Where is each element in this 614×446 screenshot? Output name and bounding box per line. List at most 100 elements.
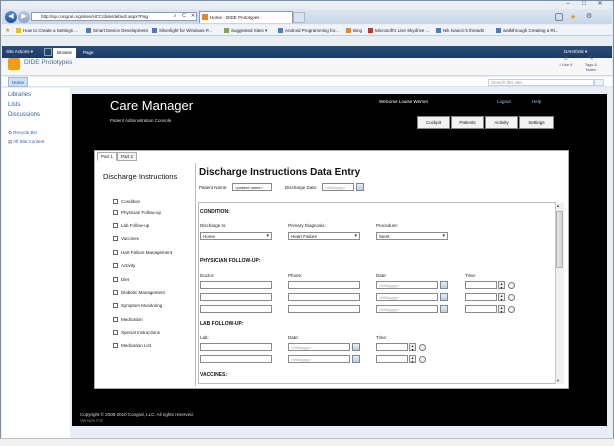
favorite-link[interactable]: How to Create a Settings ... xyxy=(16,26,78,35)
tab-part-1[interactable]: Part 1 xyxy=(97,152,118,161)
phone-field[interactable] xyxy=(288,281,360,289)
forward-icon[interactable]: ▶ xyxy=(18,11,30,23)
close-window-button[interactable]: ✕ xyxy=(592,0,608,9)
refresh-icon[interactable]: C xyxy=(180,12,188,21)
nav-tab-patients[interactable]: Patients xyxy=(451,116,484,129)
i-like-it-button[interactable]: ☺ I Like It xyxy=(556,56,576,67)
clock-icon[interactable] xyxy=(508,294,515,301)
checklist-item[interactable]: Medication List xyxy=(113,342,151,350)
search-icon[interactable] xyxy=(594,79,604,86)
recycle-bin-link[interactable]: ♻ Recycle Bin xyxy=(8,129,37,137)
home-icon[interactable] xyxy=(555,13,563,21)
checkbox[interactable] xyxy=(113,236,118,242)
checklist-item[interactable]: Hart Failure Management xyxy=(113,249,172,257)
discharge-to-select[interactable]: Home xyxy=(200,232,272,240)
scrollbar-thumb[interactable] xyxy=(556,211,563,268)
minimize-button[interactable]: – xyxy=(560,0,576,9)
scroll-down-arrow-icon[interactable]: ▼ xyxy=(556,378,560,383)
calendar-icon[interactable] xyxy=(352,355,360,363)
checkbox[interactable] xyxy=(113,250,118,256)
lab-time-field[interactable] xyxy=(376,355,408,363)
checklist-item[interactable]: Diabetic Management xyxy=(113,289,165,297)
checkbox[interactable] xyxy=(113,199,118,205)
time-spinner[interactable]: ▴ ▾ xyxy=(498,305,505,313)
patient-name-field[interactable]: <patient name> xyxy=(232,183,272,191)
calendar-icon[interactable] xyxy=(440,305,448,313)
checklist-item[interactable]: Medication xyxy=(113,316,143,324)
lab-field[interactable] xyxy=(200,355,272,363)
maximize-button[interactable]: □ xyxy=(576,0,592,9)
checkbox[interactable] xyxy=(113,330,118,336)
tags-notes-button[interactable]: ✎ Tags & Notes xyxy=(580,56,602,72)
time-field[interactable] xyxy=(465,293,497,301)
date-field[interactable]: <M/d/yyyy> xyxy=(376,305,438,313)
edit-page-icon[interactable] xyxy=(44,48,52,56)
lab-time-field[interactable] xyxy=(376,343,408,351)
quick-launch-lists[interactable]: Lists xyxy=(8,101,20,109)
procedure-select[interactable]: Stent xyxy=(376,232,448,240)
lab-date-field[interactable]: <M/d/yyyy> xyxy=(288,343,350,351)
date-field[interactable]: <M/d/yyyy> xyxy=(376,293,438,301)
time-field[interactable] xyxy=(465,281,497,289)
all-site-content-link[interactable]: ▤ All Site Content xyxy=(8,138,44,146)
checklist-item[interactable]: Activity xyxy=(113,262,135,270)
checklist-item[interactable]: Physician Follow-up xyxy=(113,209,161,217)
checkbox[interactable] xyxy=(113,290,118,296)
doctor-field[interactable] xyxy=(200,305,272,313)
ribbon-tab-browse[interactable]: Browse xyxy=(53,48,77,58)
home-nav-link[interactable]: Home xyxy=(8,77,29,87)
time-spinner[interactable]: ▴ ▾ xyxy=(498,281,505,289)
checkbox[interactable] xyxy=(113,223,118,229)
checklist-item[interactable]: Diet xyxy=(113,276,129,284)
favorite-link[interactable]: Nik Ivancic's threads xyxy=(436,26,484,35)
help-link[interactable]: Help xyxy=(532,99,541,104)
checkbox[interactable] xyxy=(113,317,118,323)
browser-tab[interactable]: Home - DIDE Prototypes xyxy=(199,11,293,23)
time-field[interactable] xyxy=(465,305,497,313)
calendar-icon[interactable] xyxy=(440,281,448,289)
scroll-up-arrow-icon[interactable]: ▲ xyxy=(556,203,560,208)
favorites-star-icon[interactable]: ★ xyxy=(570,13,576,21)
time-spinner[interactable]: ▴ ▾ xyxy=(409,343,416,351)
discharge-date-field[interactable]: <M/d/yyyy> xyxy=(322,183,354,191)
tab-part-2[interactable]: Part 2 xyxy=(117,152,138,161)
calendar-icon[interactable] xyxy=(352,343,360,351)
date-field[interactable]: <M/d/yyyy> xyxy=(376,281,438,289)
logout-link[interactable]: Logout xyxy=(497,99,511,104)
compat-icon[interactable]: ⌕ xyxy=(171,12,179,21)
quick-launch-libraries[interactable]: Libraries xyxy=(8,91,31,99)
primary-diagnosis-select[interactable]: Heart Failure xyxy=(288,232,360,240)
ribbon-tab-page[interactable]: Page xyxy=(79,48,98,58)
clock-icon[interactable] xyxy=(419,356,426,363)
time-spinner[interactable]: ▴ ▾ xyxy=(498,293,505,301)
lab-date-field[interactable]: <M/d/yyyy> xyxy=(288,355,350,363)
favorite-link[interactable]: Android Programming for... xyxy=(278,26,339,35)
favorite-link[interactable]: Bing xyxy=(346,26,362,35)
calendar-icon[interactable] xyxy=(440,293,448,301)
search-input[interactable]: Search this site... xyxy=(488,79,594,86)
checklist-item[interactable]: Special Instructions xyxy=(113,329,160,337)
favorites-star-icon[interactable]: ★ xyxy=(5,26,10,35)
checkbox[interactable] xyxy=(113,343,118,349)
calendar-icon[interactable] xyxy=(356,183,364,191)
checklist-item[interactable]: Lab Follow-up xyxy=(113,222,149,230)
clock-icon[interactable] xyxy=(508,306,515,313)
favorite-link[interactable]: Silverlight for Windows P... xyxy=(152,26,212,35)
checklist-item[interactable]: Vaccines xyxy=(113,235,139,243)
lab-field[interactable] xyxy=(200,343,272,351)
doctor-field[interactable] xyxy=(200,281,272,289)
checkbox[interactable] xyxy=(113,210,118,216)
doctor-field[interactable] xyxy=(200,293,272,301)
stop-icon[interactable]: ✕ xyxy=(189,12,197,21)
favorite-link[interactable]: walkthrough Creating a Rl... xyxy=(496,26,559,35)
new-tab-button[interactable] xyxy=(293,12,305,23)
favorite-link[interactable]: Microsoft's Live Skydrive ... xyxy=(368,26,429,35)
favorite-link[interactable]: Smart Device Development xyxy=(86,26,148,35)
site-title[interactable]: DIDE Prototypes xyxy=(24,58,72,68)
quick-launch-discussions[interactable]: Discussions xyxy=(8,111,40,119)
site-actions-button[interactable]: Site Actions ▾ xyxy=(6,46,33,58)
tools-gear-icon[interactable]: ⚙ xyxy=(586,12,592,20)
nav-tab-cockpit[interactable]: Cockpit xyxy=(417,116,450,129)
clock-icon[interactable] xyxy=(419,344,426,351)
checklist-item[interactable]: Condition xyxy=(113,198,140,206)
